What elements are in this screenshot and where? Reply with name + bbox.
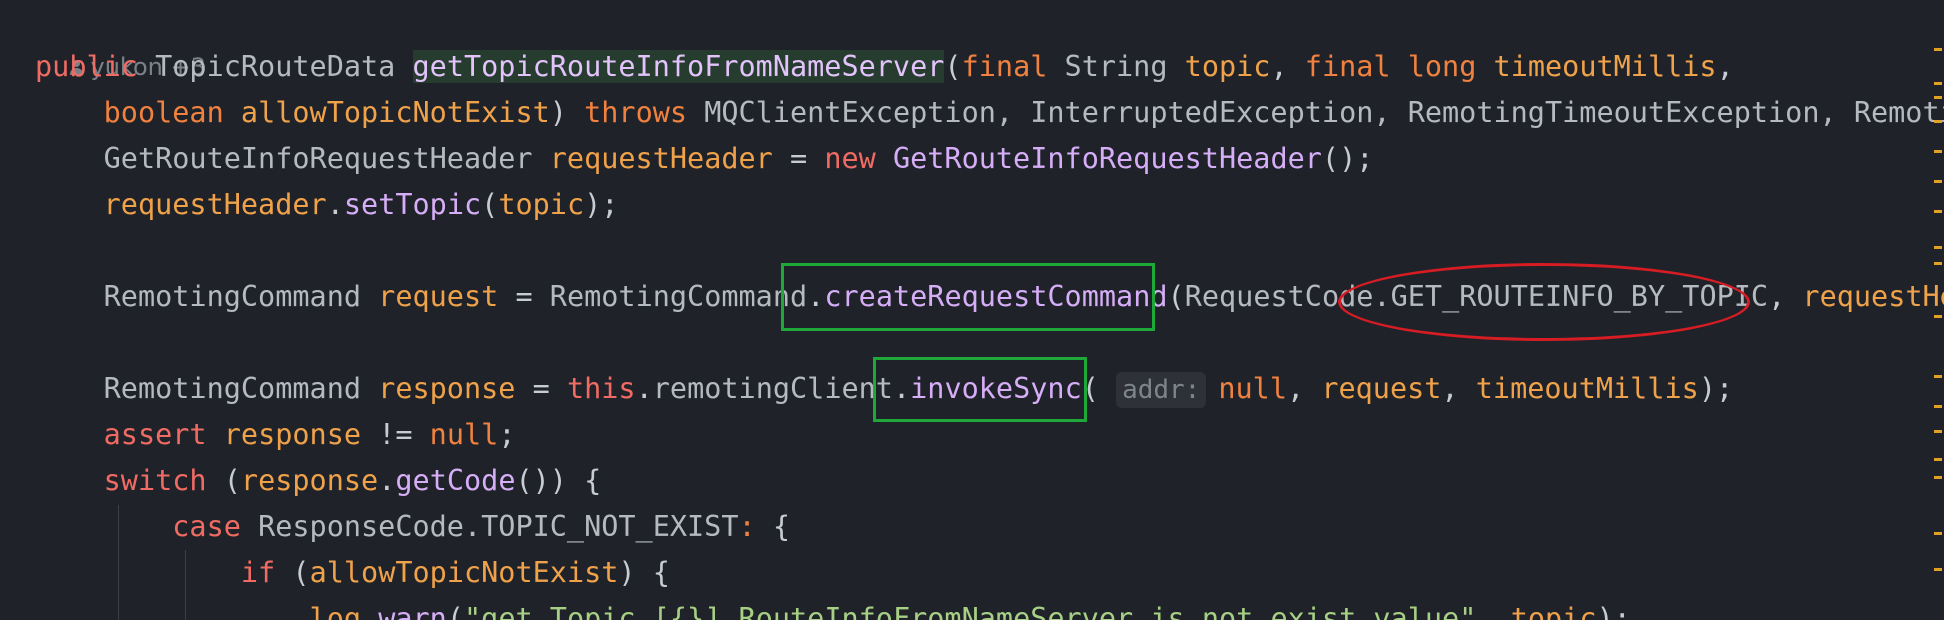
code-token: allowTopicNotExist xyxy=(240,96,550,129)
code-token: MQClientException, InterruptedException,… xyxy=(704,96,1944,129)
code-token: getTopicRouteInfoFromNameServer xyxy=(412,50,945,83)
code-token: TopicRouteData xyxy=(155,50,413,83)
code-token: . xyxy=(378,464,396,497)
code-token: response xyxy=(223,418,379,451)
indent-guide xyxy=(118,505,119,620)
code-token: if xyxy=(35,556,293,589)
code-token: ); xyxy=(584,188,619,221)
code-token: ( xyxy=(292,556,310,589)
code-token: RemotingCommand xyxy=(35,280,379,313)
code-token: = xyxy=(789,142,825,175)
code-token: case xyxy=(35,510,259,543)
highlight-box-invoke-sync xyxy=(873,357,1087,422)
code-token: , xyxy=(1441,372,1476,405)
highlight-ellipse-request-code xyxy=(1338,263,1750,341)
code-token: (); xyxy=(1321,142,1374,175)
code-token: . xyxy=(361,602,379,620)
code-line[interactable]: case ResponseCode.TOPIC_NOT_EXIST: { xyxy=(35,504,1944,550)
code-token: assert xyxy=(35,418,224,451)
code-token: this xyxy=(566,372,636,405)
code-token: final xyxy=(1304,50,1408,83)
code-token: ( xyxy=(446,602,464,620)
code-token: topic xyxy=(1184,50,1271,83)
code-line[interactable]: switch (response.getCode()) { xyxy=(35,458,1944,504)
code-token: requestHeader xyxy=(1802,280,1944,313)
code-author-annotation[interactable]: yukon +3 xyxy=(38,0,1944,81)
code-token: allowTopicNotExist xyxy=(309,556,619,589)
code-token: , xyxy=(1286,372,1322,405)
code-token: ( xyxy=(481,188,499,221)
code-token: long xyxy=(1407,50,1494,83)
code-token: null xyxy=(429,418,499,451)
code-line[interactable]: log.warn("get Topic [{}] RouteInfoFromNa… xyxy=(35,596,1944,620)
code-token: log xyxy=(35,602,362,620)
code-token: , xyxy=(1270,50,1305,83)
code-token: { xyxy=(772,510,790,543)
code-token: : xyxy=(738,510,773,543)
code-token: request xyxy=(1321,372,1442,405)
code-token: ( xyxy=(1167,280,1185,313)
highlight-box-create-request-command xyxy=(781,263,1155,331)
code-token: != xyxy=(378,418,430,451)
code-token: ResponseCode.TOPIC_NOT_EXIST xyxy=(258,510,739,543)
code-token: getCode xyxy=(395,464,516,497)
code-token: setTopic xyxy=(343,188,482,221)
code-token: switch xyxy=(35,464,224,497)
code-token: = xyxy=(515,280,550,313)
code-token: response xyxy=(240,464,379,497)
code-line[interactable]: requestHeader.setTopic(topic); xyxy=(35,182,1944,228)
code-token: requestHeader xyxy=(549,142,790,175)
code-token: throws xyxy=(584,96,705,129)
scrollbar-markers[interactable] xyxy=(1934,0,1944,620)
code-token: ; xyxy=(498,418,516,451)
code-token: GetRouteInfoRequestHeader xyxy=(35,142,550,175)
code-token: boolean xyxy=(35,96,241,129)
code-token: final xyxy=(961,50,1065,83)
code-token: timeoutMillis xyxy=(1493,50,1717,83)
code-token: , xyxy=(1476,602,1511,620)
code-token: request xyxy=(378,280,516,313)
code-token: new xyxy=(824,142,893,175)
code-token: String xyxy=(1064,50,1185,83)
code-token: = xyxy=(532,372,567,405)
code-token: response xyxy=(378,372,533,405)
code-token: timeoutMillis xyxy=(1475,372,1699,405)
code-line[interactable]: public TopicRouteData getTopicRouteInfoF… xyxy=(35,44,1944,90)
code-token: ); xyxy=(1596,602,1631,620)
code-line[interactable]: GetRouteInfoRequestHeader requestHeader … xyxy=(35,136,1944,182)
code-token: GetRouteInfoRequestHeader xyxy=(892,142,1322,175)
code-line[interactable]: boolean allowTopicNotExist) throws MQCli… xyxy=(35,90,1944,136)
code-token: ( xyxy=(944,50,962,83)
code-token: topic xyxy=(1510,602,1597,620)
code-editor[interactable]: yukon +3 public TopicRouteData getTopicR… xyxy=(0,0,1944,620)
code-token: , xyxy=(1716,50,1734,83)
code-token: . xyxy=(326,188,344,221)
code-token: remotingClient xyxy=(652,372,893,405)
indent-guide xyxy=(185,550,186,620)
code-token: . xyxy=(635,372,653,405)
code-token: RemotingCommand xyxy=(549,280,808,313)
code-token: ( xyxy=(223,464,241,497)
parameter-hint: addr: xyxy=(1116,372,1207,408)
code-token: warn xyxy=(378,602,447,620)
code-token: null xyxy=(1218,372,1287,405)
code-token: ) { xyxy=(618,556,670,589)
code-token: "get Topic [{}] RouteInfoFromNameServer … xyxy=(464,602,1477,620)
code-token: , xyxy=(1768,280,1803,313)
code-token: public xyxy=(35,50,156,83)
code-token: ) xyxy=(549,96,585,129)
code-token: ); xyxy=(1698,372,1734,405)
code-token: topic xyxy=(498,188,585,221)
code-line[interactable]: if (allowTopicNotExist) { xyxy=(35,550,1944,596)
code-token: requestHeader xyxy=(35,188,327,221)
code-token: ()) { xyxy=(515,464,602,497)
code-token: RemotingCommand xyxy=(35,372,379,405)
